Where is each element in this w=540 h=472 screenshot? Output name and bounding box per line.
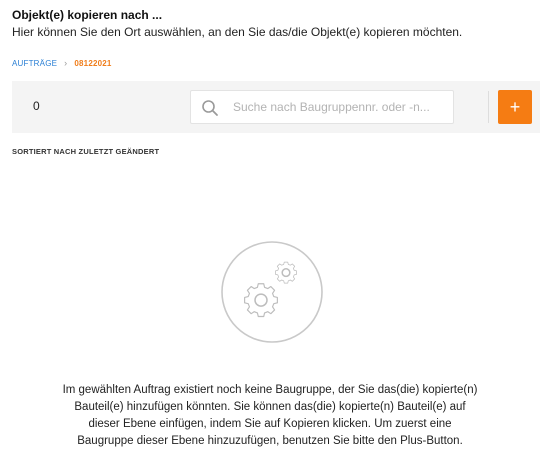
dialog-header: Objekt(e) kopieren nach ... Hier können … [12, 8, 528, 40]
toolbar: 0 + [12, 81, 540, 133]
dialog-title: Objekt(e) kopieren nach ... [12, 8, 163, 22]
toolbar-divider [488, 91, 489, 123]
breadcrumb-current: 08122021 [74, 58, 112, 68]
empty-state-message: Im gewählten Auftrag existiert noch kein… [62, 384, 478, 447]
search-box[interactable] [190, 90, 454, 124]
dialog-subtitle: Hier können Sie den Ort auswählen, an de… [12, 25, 463, 39]
breadcrumb-separator-icon: › [64, 58, 68, 68]
add-button[interactable]: + [498, 90, 532, 124]
breadcrumb: AUFTRÄGE › 08122021 [12, 58, 112, 68]
sort-label: SORTIERT NACH ZULETZT GEÄNDERT [12, 147, 160, 156]
search-input[interactable] [233, 91, 449, 123]
item-count: 0 [33, 99, 40, 113]
breadcrumb-root-link[interactable]: AUFTRÄGE [12, 59, 57, 68]
gears-icon [221, 241, 323, 343]
search-icon [202, 100, 218, 116]
